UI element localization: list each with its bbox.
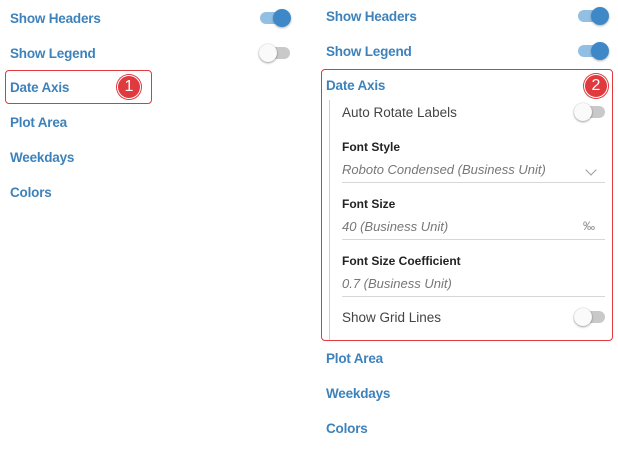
show-headers-row[interactable]: Show Headers (10, 1, 291, 35)
plot-area-label: Plot Area (326, 350, 383, 366)
toggle-knob (273, 9, 291, 27)
toggle-knob (591, 7, 609, 25)
colors-label: Colors (326, 420, 368, 436)
show-legend-label: Show Legend (326, 43, 412, 59)
show-headers-row[interactable]: Show Headers (326, 0, 609, 33)
toggle-knob (591, 42, 609, 60)
show-legend-toggle[interactable] (259, 44, 290, 62)
plot-area-label: Plot Area (10, 114, 67, 130)
weekdays-label: Weekdays (10, 149, 75, 165)
weekdays-label: Weekdays (326, 385, 391, 401)
step-badge-1: 1 (117, 75, 141, 99)
weekdays-section[interactable]: Weekdays (10, 140, 290, 174)
plot-area-section[interactable]: Plot Area (326, 341, 608, 375)
show-legend-row[interactable]: Show Legend (10, 36, 290, 70)
colors-section[interactable]: Colors (10, 175, 290, 209)
show-headers-toggle[interactable] (578, 7, 609, 25)
weekdays-section[interactable]: Weekdays (326, 376, 608, 410)
colors-label: Colors (10, 184, 52, 200)
colors-section[interactable]: Colors (326, 411, 608, 445)
show-legend-label: Show Legend (10, 45, 96, 61)
toggle-knob (259, 44, 277, 62)
show-headers-label: Show Headers (10, 10, 101, 26)
step-badge-2: 2 (584, 74, 608, 98)
settings-panel-collapsed: Show Headers Show Legend Date Axis Plot … (0, 0, 300, 450)
show-legend-row[interactable]: Show Legend (326, 34, 609, 68)
show-headers-label: Show Headers (326, 8, 417, 24)
highlight-box-2 (321, 69, 613, 341)
show-legend-toggle[interactable] (578, 42, 609, 60)
show-headers-toggle[interactable] (260, 9, 291, 27)
plot-area-section[interactable]: Plot Area (10, 105, 290, 139)
